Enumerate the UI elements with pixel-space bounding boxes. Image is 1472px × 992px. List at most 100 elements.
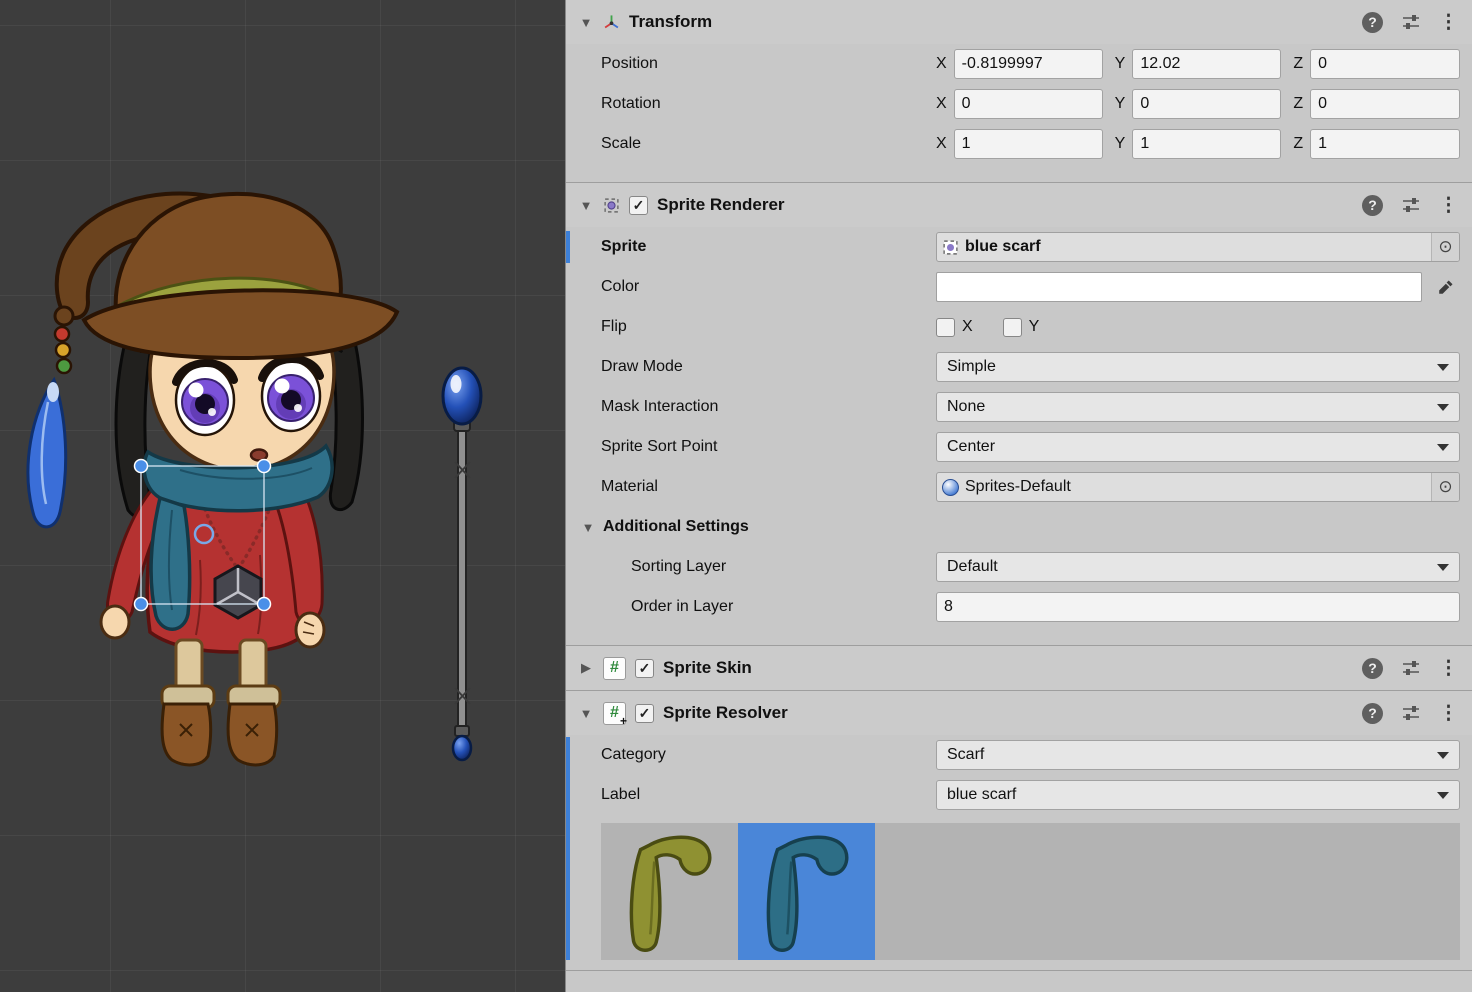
sprite-resolver-icon: #+ <box>603 702 626 725</box>
selection-handle[interactable] <box>135 598 148 611</box>
sprite-resolver-component: ▼ #+ ✓ Sprite Resolver ? ⋮ Category <box>566 690 1472 960</box>
flip-x-checkbox[interactable] <box>936 318 955 337</box>
kebab-menu-icon[interactable]: ⋮ <box>1439 196 1458 215</box>
category-value: Scarf <box>947 746 1429 764</box>
unity-editor-window: ▼ Transform ? ⋮ <box>0 0 1472 992</box>
material-object-field[interactable]: Sprites-Default ⊙ <box>936 472 1460 502</box>
selection-handle[interactable] <box>258 460 271 473</box>
category-dropdown[interactable]: Scarf <box>936 740 1460 770</box>
material-row: Material Sprites-Default ⊙ <box>566 467 1472 507</box>
position-x-input[interactable] <box>954 49 1103 79</box>
presets-icon[interactable] <box>1401 658 1421 678</box>
blue-scarf-sprite[interactable] <box>738 823 875 960</box>
mask-interaction-row: Mask Interaction None <box>566 387 1472 427</box>
draw-mode-value: Simple <box>947 358 1429 376</box>
scale-x-input[interactable] <box>954 129 1103 159</box>
sprite-sort-point-dropdown[interactable]: Center <box>936 432 1460 462</box>
transform-header[interactable]: ▼ Transform ? ⋮ <box>566 0 1472 44</box>
label-value: blue scarf <box>947 786 1429 804</box>
help-icon[interactable]: ? <box>1362 12 1383 33</box>
sprite-variant-strip <box>601 823 1460 960</box>
axis-y-label: Y <box>1115 135 1126 153</box>
kebab-menu-icon[interactable]: ⋮ <box>1439 13 1458 32</box>
axis-z-label: Z <box>1293 55 1303 73</box>
help-icon[interactable]: ? <box>1362 703 1383 724</box>
additional-settings-row[interactable]: ▼ Additional Settings <box>566 507 1472 547</box>
witch-character-sprite[interactable] <box>28 193 397 764</box>
presets-icon[interactable] <box>1401 12 1421 32</box>
scene-view[interactable] <box>0 0 565 992</box>
presets-icon[interactable] <box>1401 195 1421 215</box>
sprite-skin-icon: # <box>603 657 626 680</box>
foldout-open-icon[interactable]: ▼ <box>578 15 594 30</box>
staff-sprite[interactable] <box>443 368 481 760</box>
object-picker-icon[interactable]: ⊙ <box>1431 233 1459 261</box>
category-row: Category Scarf <box>566 735 1472 775</box>
object-picker-icon[interactable]: ⊙ <box>1431 473 1459 501</box>
help-icon[interactable]: ? <box>1362 195 1383 216</box>
sprite-sort-point-label: Sprite Sort Point <box>601 438 936 456</box>
help-icon[interactable]: ? <box>1362 658 1383 679</box>
category-label: Category <box>601 746 936 764</box>
sprite-renderer-component: ▼ ✓ Sprite Renderer ? ⋮ <box>566 182 1472 645</box>
component-enabled-checkbox[interactable]: ✓ <box>629 196 648 215</box>
sprite-skin-header[interactable]: ▶ # ✓ Sprite Skin ? ⋮ <box>566 646 1472 690</box>
selection-handle[interactable] <box>258 598 271 611</box>
axis-y-label: Y <box>1115 95 1126 113</box>
sprite-skin-title: Sprite Skin <box>663 658 752 678</box>
position-label: Position <box>601 55 936 73</box>
foldout-closed-icon[interactable]: ▶ <box>578 660 594 676</box>
scale-row: Scale X Y Z <box>566 124 1472 164</box>
prefab-override-bar <box>566 737 570 960</box>
axis-x-label: X <box>936 135 947 153</box>
foldout-open-icon[interactable]: ▼ <box>578 706 594 721</box>
scale-z-input[interactable] <box>1310 129 1460 159</box>
rotation-y-input[interactable] <box>1132 89 1281 119</box>
rotation-x-input[interactable] <box>954 89 1103 119</box>
sprite-resolver-header[interactable]: ▼ #+ ✓ Sprite Resolver ? ⋮ <box>566 691 1472 735</box>
selection-handle[interactable] <box>135 460 148 473</box>
label-label: Label <box>601 786 936 804</box>
label-dropdown[interactable]: blue scarf <box>936 780 1460 810</box>
rotation-z-input[interactable] <box>1310 89 1460 119</box>
green-scarf-sprite[interactable] <box>601 823 738 960</box>
sorting-layer-dropdown[interactable]: Default <box>936 552 1460 582</box>
sprite-sort-point-value: Center <box>947 438 1429 456</box>
scale-y-input[interactable] <box>1132 129 1281 159</box>
transform-icon <box>603 14 620 31</box>
axis-z-label: Z <box>1293 135 1303 153</box>
color-swatch[interactable] <box>936 272 1422 302</box>
material-object-name: Sprites-Default <box>965 478 1425 496</box>
scene-canvas <box>0 0 565 992</box>
mask-interaction-dropdown[interactable]: None <box>936 392 1460 422</box>
order-in-layer-input[interactable] <box>936 592 1460 622</box>
kebab-menu-icon[interactable]: ⋮ <box>1439 659 1458 678</box>
label-row: Label blue scarf <box>566 775 1472 815</box>
sorting-layer-value: Default <box>947 558 1429 576</box>
sprite-object-field[interactable]: blue scarf ⊙ <box>936 232 1460 262</box>
kebab-menu-icon[interactable]: ⋮ <box>1439 704 1458 723</box>
position-z-input[interactable] <box>1310 49 1460 79</box>
flip-y-checkbox[interactable] <box>1003 318 1022 337</box>
dropdown-arrow-icon <box>1437 444 1449 451</box>
foldout-open-icon[interactable]: ▼ <box>578 198 594 213</box>
sprite-row: Sprite blue scarf ⊙ <box>566 227 1472 267</box>
foldout-open-icon[interactable]: ▼ <box>580 520 596 535</box>
presets-icon[interactable] <box>1401 703 1421 723</box>
dropdown-arrow-icon <box>1437 752 1449 759</box>
position-row: Position X Y Z <box>566 44 1472 84</box>
component-enabled-checkbox[interactable]: ✓ <box>635 704 654 723</box>
sprite-renderer-header[interactable]: ▼ ✓ Sprite Renderer ? ⋮ <box>566 183 1472 227</box>
rotation-label: Rotation <box>601 95 936 113</box>
axis-x-label: X <box>936 95 947 113</box>
color-row: Color <box>566 267 1472 307</box>
position-y-input[interactable] <box>1132 49 1281 79</box>
draw-mode-dropdown[interactable]: Simple <box>936 352 1460 382</box>
additional-settings-label: Additional Settings <box>603 518 938 536</box>
dropdown-arrow-icon <box>1437 792 1449 799</box>
component-enabled-checkbox[interactable]: ✓ <box>635 659 654 678</box>
draw-mode-label: Draw Mode <box>601 358 936 376</box>
sprite-label: Sprite <box>601 238 936 256</box>
eyedropper-icon[interactable] <box>1430 272 1460 302</box>
order-in-layer-label: Order in Layer <box>631 598 936 616</box>
